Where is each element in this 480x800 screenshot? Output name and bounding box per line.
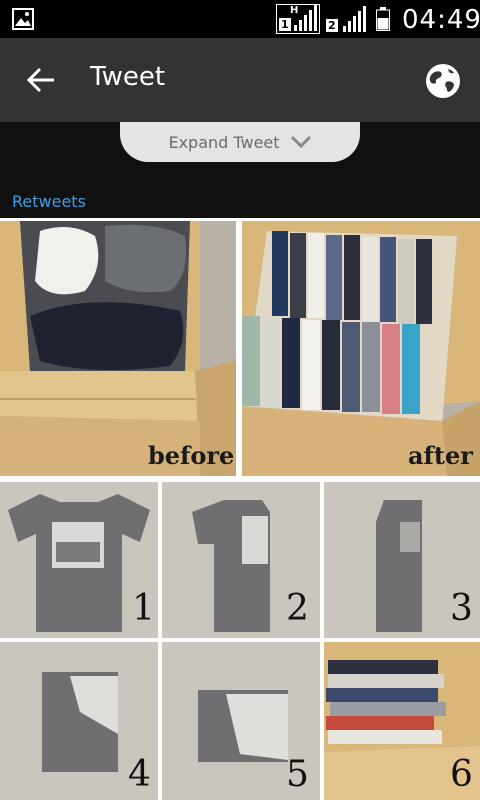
before-label: before [148,441,235,470]
app-bar: Tweet [0,38,480,122]
step-1-number: 1 [132,588,155,629]
retweets-link[interactable]: Retweets [12,192,86,211]
battery-icon [376,7,390,31]
chevron-down-icon [290,135,311,149]
before-photo: before [0,221,236,476]
after-label: after [408,441,473,470]
translate-button[interactable] [424,62,462,100]
back-button[interactable] [20,60,64,100]
signal-indicators: 1 H 2 [276,3,368,35]
step-2-photo: 2 [162,482,320,638]
globe-icon [426,64,460,98]
step-5-photo: 5 [162,642,320,800]
step-3-number: 3 [450,588,473,629]
gallery-notification-icon [12,8,34,30]
drawer-before-illustration [0,221,236,476]
step-3-photo: 3 [324,482,480,638]
tweet-header-area: Expand Tweet Retweets [0,122,480,218]
step-1-photo: 1 [0,482,158,638]
after-photo: after [242,221,480,476]
step-5-number: 5 [286,754,309,795]
step-4-photo: 4 [0,642,158,800]
page-title: Tweet [90,62,166,92]
expand-tweet-label: Expand Tweet [168,132,280,152]
expand-tweet-button[interactable]: Expand Tweet [120,122,360,162]
back-arrow-icon [26,67,54,93]
drawer-after-illustration [242,221,480,476]
tweet-image[interactable]: before after 1 2 3 4 5 6 [0,218,480,800]
step-6-photo: 6 [324,642,480,800]
sim2-signal-icon: 2 [324,4,368,34]
status-bar: 1 H 2 04:49 [0,0,480,38]
sim2-label: 2 [326,19,338,32]
sim1-signal-icon: 1 H [276,4,320,34]
clock: 04:49 [402,5,480,35]
sim1-label: 1 [279,18,291,31]
step-6-number: 6 [450,754,473,795]
step-2-number: 2 [286,588,309,629]
step-4-number: 4 [128,754,151,795]
